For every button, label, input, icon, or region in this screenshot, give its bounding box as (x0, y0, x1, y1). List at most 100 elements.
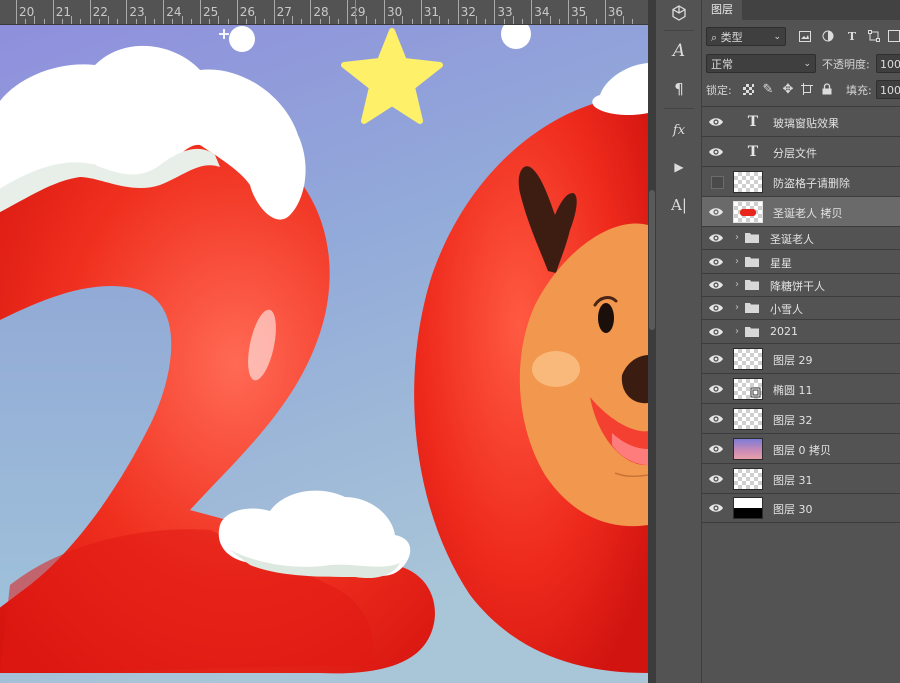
visibility-eye-icon[interactable] (708, 472, 724, 486)
opacity-field[interactable]: 100% (876, 54, 900, 73)
ruler-number: 20 (19, 5, 35, 19)
blend-mode-select[interactable]: 正常 ⌄ (706, 54, 816, 73)
folder-icon (745, 326, 759, 337)
visibility-eye-icon[interactable] (708, 442, 724, 456)
ruler-minor-tick (108, 16, 109, 24)
ruler-minor-tick (319, 19, 321, 24)
3d-cube-icon[interactable] (664, 0, 694, 26)
ruler-major-tick (163, 0, 165, 24)
ruler-minor-tick (577, 19, 579, 24)
ruler-minor-tick (374, 19, 376, 24)
ruler-number: 29 (350, 5, 366, 19)
ruler-minor-tick (43, 19, 45, 24)
visibility-toggle-off[interactable] (711, 175, 724, 189)
group-row[interactable]: › 2021 (702, 319, 900, 343)
reindeer-cheek (532, 351, 580, 387)
paragraph-icon[interactable]: ¶ (664, 76, 694, 102)
ruler-minor-tick (292, 16, 293, 24)
document-canvas[interactable] (0, 25, 648, 683)
visibility-eye-icon[interactable] (708, 115, 724, 129)
chevron-right-icon[interactable]: › (735, 326, 743, 338)
visibility-eye-icon[interactable] (708, 231, 724, 245)
layer-row[interactable]: 图层 0 拷贝 (702, 433, 900, 463)
visibility-eye-icon[interactable] (708, 301, 724, 315)
group-row[interactable]: › 小雪人 (702, 296, 900, 319)
ruler-minor-tick (218, 16, 220, 24)
ruler-minor-tick (411, 19, 413, 24)
ruler-number: 23 (129, 5, 145, 19)
group-row[interactable]: › 圣诞老人 (702, 226, 900, 249)
layer-name: 防盗格子请删除 (773, 176, 850, 190)
filter-smart-object-icon[interactable] (886, 28, 900, 44)
ruler-major-tick (200, 0, 201, 24)
visibility-eye-icon[interactable] (708, 145, 724, 159)
layer-row[interactable]: 图层 32 (702, 403, 900, 433)
ruler-minor-tick (135, 19, 137, 24)
visibility-eye-icon[interactable] (708, 278, 724, 292)
visibility-eye-icon[interactable] (708, 412, 724, 426)
group-row[interactable]: › 降糖饼干人 (702, 273, 900, 296)
ruler-minor-tick (614, 19, 615, 24)
ruler-minor-tick (209, 19, 211, 24)
ruler-minor-tick (522, 19, 523, 24)
layer-row-selected[interactable]: 圣诞老人 拷贝 (702, 196, 900, 226)
visibility-eye-icon[interactable] (708, 352, 724, 366)
visibility-eye-icon[interactable] (708, 255, 724, 269)
filter-adjustment-icon[interactable] (820, 28, 836, 44)
character-panel-icon[interactable]: A (664, 38, 694, 64)
chevron-down-icon: ⌄ (803, 59, 811, 69)
layer-thumbnail (733, 347, 763, 370)
layer-row[interactable]: 图层 29 (702, 343, 900, 373)
fx-styles-icon[interactable]: fx (664, 117, 694, 143)
ruler-number: 32 (460, 5, 476, 19)
ruler-number: 35 (571, 5, 587, 19)
ruler-minor-tick (154, 19, 155, 24)
filter-type-icon[interactable]: T (844, 28, 860, 44)
layer-thumbnail (733, 170, 763, 193)
chevron-right-icon[interactable]: › (735, 279, 743, 291)
scrollbar-thumb[interactable] (649, 190, 655, 330)
layer-row[interactable]: 防盗格子请删除 (702, 166, 900, 196)
visibility-eye-icon[interactable] (708, 501, 724, 515)
layers-panel: 图层 ⌕ 类型 ⌄ T 正常 ⌄ 不透明度: 100% (702, 0, 900, 683)
group-row[interactable]: › 星星 (702, 249, 900, 273)
canvas-scrollbar[interactable] (648, 0, 656, 683)
ruler-minor-tick (393, 19, 395, 24)
layer-name: 图层 31 (773, 473, 813, 487)
visibility-eye-icon[interactable] (708, 325, 724, 339)
lock-image-pixels-icon[interactable]: ✎ (760, 81, 776, 97)
chevron-right-icon[interactable]: › (735, 256, 743, 268)
lock-artboard-icon[interactable] (799, 81, 815, 97)
ruler-minor-tick (356, 19, 358, 24)
ruler-number: 22 (92, 5, 108, 19)
layer-row[interactable]: T 分层文件 (702, 136, 900, 166)
play-actions-icon[interactable]: ▶ (664, 154, 694, 180)
lock-position-icon[interactable]: ✥ (780, 81, 796, 97)
filter-pixel-icon[interactable] (797, 28, 813, 44)
panel-dock: A ¶ fx ▶ A| (656, 0, 702, 683)
ruler-minor-tick (255, 16, 257, 24)
chevron-right-icon[interactable]: › (735, 302, 743, 314)
filter-shape-icon[interactable] (866, 28, 882, 44)
lock-all-icon[interactable] (819, 81, 835, 97)
blend-mode-value: 正常 (711, 58, 733, 71)
fill-label: 填充: (846, 84, 872, 97)
filter-kind-select[interactable]: ⌕ 类型 ⌄ (706, 27, 786, 46)
ruler-minor-tick (476, 16, 477, 24)
visibility-eye-icon[interactable] (708, 382, 724, 396)
layer-row[interactable]: 图层 31 (702, 463, 900, 493)
ruler-major-tick (457, 0, 459, 24)
glyph-panel-icon[interactable]: A| (664, 192, 694, 218)
tab-layers[interactable]: 图层 (702, 0, 742, 20)
layer-row[interactable]: 图层 30 (702, 493, 900, 523)
ruler-major-tick (52, 0, 54, 24)
layer-thumbnail (733, 497, 763, 519)
layer-row[interactable]: T 玻璃窗贴效果 (702, 106, 900, 136)
chevron-right-icon[interactable]: › (735, 232, 743, 244)
lock-transparent-pixels-icon[interactable] (740, 81, 756, 97)
layer-name: 降糖饼干人 (770, 280, 825, 293)
layer-row[interactable]: 椭圆 11 (702, 373, 900, 403)
fill-field[interactable]: 100% (876, 80, 900, 99)
ruler-minor-tick (623, 16, 625, 24)
visibility-eye-icon[interactable] (708, 205, 724, 219)
